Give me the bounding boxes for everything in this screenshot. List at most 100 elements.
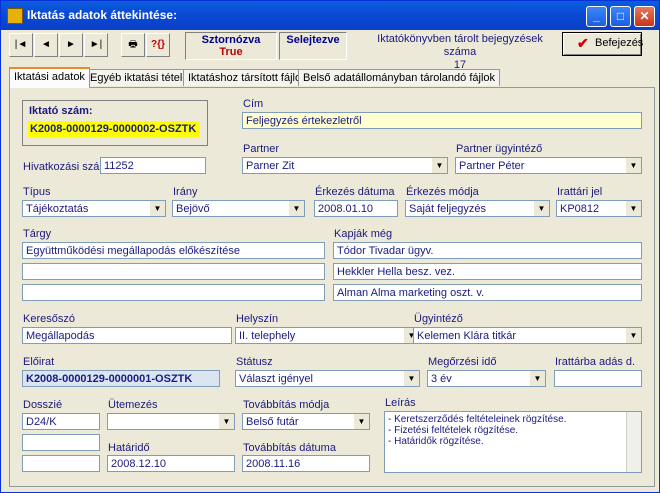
dosszie-label: Dosszié [23,399,63,411]
kapjak-meg-field-1[interactable]: Tódor Tivadar ügyv. [333,242,642,259]
first-record-button[interactable]: |◄ [9,33,33,57]
main-window: Iktatás adatok áttekintése: _ □ ✕ |◄ ◄ ►… [0,0,660,493]
tovabbitas-modja-label: Továbbítás módja [243,399,330,411]
tab-tarsitott-fajlok[interactable]: Iktatáshoz társított fájlok [183,69,312,86]
tipus-select[interactable]: Tájékoztatás ▼ [22,200,166,217]
record-count: Iktatókönyvben tárolt bejegyzések száma … [365,33,555,72]
erkezes-modja-label: Érkezés módja [406,186,479,198]
cim-field[interactable]: Feljegyzés értekezletről [242,112,642,129]
chevron-down-icon[interactable]: ▼ [431,158,447,173]
chevron-down-icon[interactable]: ▼ [533,201,549,216]
finish-button[interactable]: ✔ Befejezés [562,32,644,56]
iktato-szam-label: Iktató szám: [29,105,93,117]
leiras-textarea[interactable]: - Keretszerződés feltételeinek rögzítése… [384,411,642,473]
kapjak-meg-label: Kapják még [334,228,393,240]
hivatkozasi-szam-field[interactable]: 11252 [100,157,206,174]
record-count-label: Iktatókönyvben tárolt bejegyzések száma [377,33,543,58]
partner-label: Partner [243,143,280,155]
kapjak-meg-field-3[interactable]: Alman Alma marketing oszt. v. [333,284,642,301]
prev-record-button[interactable]: ◄ [34,33,58,57]
app-icon [7,8,23,24]
ugyintezo-value: Kelemen Klára titkár [417,330,517,342]
maximize-button[interactable]: □ [610,6,631,27]
tovabbitas-datuma-field[interactable]: 2008.11.16 [242,455,370,472]
sztornozva-value: True [219,46,243,58]
partner-ugyintezo-value: Partner Péter [459,160,525,172]
leiras-line: - Határidők rögzítése. [388,436,484,447]
sztornozva-box: Sztornózva True [185,32,277,60]
helyszin-value: II. telephely [239,330,296,342]
irattari-jel-label: Irattári jel [557,186,603,198]
tovabbitas-modja-select[interactable]: Belső futár ▼ [242,413,370,430]
leiras-label: Leírás [385,397,416,409]
helyszin-select[interactable]: II. telephely ▼ [235,327,420,344]
form-panel: Iktató szám: K2008-0000129-0000002-OSZTK… [9,87,655,487]
hatarido-field[interactable]: 2008.12.10 [107,455,235,472]
title-bar[interactable]: Iktatás adatok áttekintése: _ □ ✕ [1,1,659,30]
tab-egyeb-tetelek[interactable]: Egyéb iktatási tételek [85,69,199,86]
chevron-down-icon[interactable]: ▼ [529,371,545,386]
leiras-line: - Keretszerződés feltételeinek rögzítése… [388,414,567,425]
last-record-button[interactable]: ►| [84,33,108,57]
statusz-value: Választ igényel [239,373,313,385]
targy-field-2[interactable] [22,263,325,280]
leiras-scrollbar[interactable] [626,412,641,472]
print-button[interactable]: 🖶 [121,33,145,57]
chevron-down-icon[interactable]: ▼ [403,371,419,386]
selejtezve-box: Selejtezve [279,32,347,60]
erkezes-datuma-field[interactable]: 2008.01.10 [314,200,398,217]
megorzesi-ido-value: 3 év [431,373,452,385]
chevron-down-icon[interactable]: ▼ [625,158,641,173]
cim-label: Cím [243,98,264,110]
utemezes-select[interactable]: ▼ [107,413,235,430]
next-record-button[interactable]: ► [59,33,83,57]
partner-ugyintezo-select[interactable]: Partner Péter ▼ [455,157,642,174]
irattarba-adas-field[interactable] [554,370,642,387]
chevron-down-icon[interactable]: ▼ [288,201,304,216]
eloirat-label: Előirat [23,356,55,368]
kereszo-label: Keresőszó [23,313,75,325]
utemezes-label: Ütemezés [108,399,158,411]
megorzesi-ido-select[interactable]: 3 év ▼ [427,370,546,387]
targy-field-1[interactable]: Együttműködési megállapodás előkészítése [22,242,325,259]
megorzesi-ido-label: Megőrzési idő [428,356,497,368]
chevron-down-icon[interactable]: ▼ [149,201,165,216]
chevron-down-icon[interactable]: ▼ [625,328,641,343]
toolbar: |◄ ◄ ► ►| 🖶 ?{} Sztornózva True Selejtez… [5,31,655,71]
tab-iktatasi-adatok[interactable]: Iktatási adatok [9,67,90,88]
hivatkozasi-szam-label: Hivatkozási szám: [23,161,112,173]
ugyintezo-select[interactable]: Kelemen Klára titkár ▼ [413,327,642,344]
help-button[interactable]: ?{} [146,33,170,57]
minimize-button[interactable]: _ [586,6,607,27]
kapjak-meg-field-2[interactable]: Hekkler Hella besz. vez. [333,263,642,280]
partner-value: Parner Zit [246,160,295,172]
irany-select[interactable]: Bejövő ▼ [172,200,305,217]
irattarba-adas-label: Irattárba adás d. [555,356,636,368]
dosszie-field-2[interactable] [22,434,100,451]
erkezes-modja-value: Saját feljegyzés [409,203,487,215]
erkezes-datuma-label: Érkezés dátuma [315,186,395,198]
irattari-jel-select[interactable]: KP0812 ▼ [556,200,642,217]
sztornozva-label: Sztornózva [201,34,261,46]
statusz-select[interactable]: Választ igényel ▼ [235,370,420,387]
chevron-down-icon[interactable]: ▼ [218,414,234,429]
targy-label: Tárgy [23,228,52,240]
finish-button-label: Befejezés [595,37,644,49]
targy-field-3[interactable] [22,284,325,301]
erkezes-modja-select[interactable]: Saját feljegyzés ▼ [405,200,550,217]
printer-icon: 🖶 [128,39,138,50]
tab-belso-fajlok[interactable]: Belső adatállományban tárolandó fájlok [298,69,501,86]
irany-value: Bejövő [176,203,210,215]
kereszo-field[interactable]: Megállapodás [22,327,232,344]
eloirat-field[interactable]: K2008-0000129-0000001-OSZTK [22,370,220,387]
dosszie-field-1[interactable]: D24/K [22,413,100,430]
dosszie-field-3[interactable] [22,455,100,472]
selejtezve-label: Selejtezve [286,34,340,46]
hatarido-label: Határidő [108,442,150,454]
chevron-down-icon[interactable]: ▼ [625,201,641,216]
partner-select[interactable]: Parner Zit ▼ [242,157,448,174]
close-button[interactable]: ✕ [634,6,655,27]
chevron-down-icon[interactable]: ▼ [353,414,369,429]
irattari-jel-value: KP0812 [560,203,600,215]
ugyintezo-label: Ügyintéző [414,313,463,325]
